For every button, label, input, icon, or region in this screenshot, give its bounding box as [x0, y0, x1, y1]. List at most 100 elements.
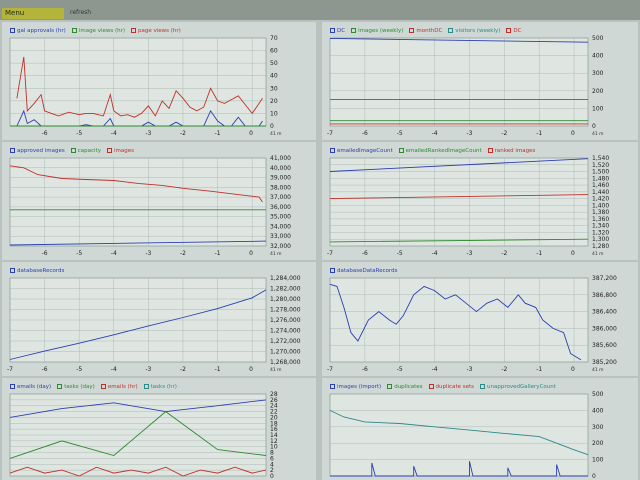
plot-area — [9, 157, 267, 247]
y-tick-label: 500 — [592, 35, 604, 42]
x-tick-label: -1 — [536, 130, 542, 137]
x-tick-label: -1 — [215, 250, 221, 257]
y-tick-label: 1,480 — [592, 175, 609, 182]
x-tick-label: -6 — [362, 366, 368, 373]
y-tick-label: 34,000 — [270, 223, 291, 230]
y-tick-label: 386,000 — [592, 325, 617, 332]
x-tick-label: -6 — [362, 130, 368, 137]
chart-panel-hourly-views: gal approvals (hr) image views (hr) page v… — [2, 22, 316, 140]
y-tick-label: 32,000 — [270, 243, 291, 250]
chart-svg: 0 100 200 300 400 500 — [329, 391, 604, 480]
y-tick-label: 1,278,000 — [270, 307, 301, 314]
y-tick-label: 387,200 — [592, 275, 617, 282]
x-tick-label: -4 — [432, 250, 438, 257]
y-tick-label: 385,200 — [592, 359, 617, 366]
x-axis-unit-label: 41 m — [270, 131, 282, 137]
x-tick-label: -7 — [327, 250, 333, 257]
x-tick-label: -4 — [432, 130, 438, 137]
chart-svg: 1,2801,3001,3201,3401,3601,3801,4001,420… — [327, 155, 609, 257]
y-tick-label: 39,000 — [270, 175, 291, 182]
x-tick-label: -6 — [362, 250, 368, 257]
x-tick-label: -2 — [501, 130, 507, 137]
x-tick-label: -3 — [145, 130, 151, 137]
x-tick-label: -5 — [76, 130, 82, 137]
x-axis-unit-label: 41 m — [592, 131, 604, 137]
x-tick-label: -4 — [432, 366, 438, 373]
y-tick-label: 41,000 — [270, 155, 291, 162]
refresh-link[interactable]: refresh — [70, 9, 91, 16]
y-tick-label: 0 — [270, 123, 274, 130]
x-tick-label: 0 — [571, 366, 575, 373]
y-tick-label: 200 — [592, 440, 604, 447]
y-tick-label: 1,274,000 — [270, 328, 301, 335]
x-tick-label: -2 — [501, 366, 507, 373]
y-tick-label: 35,000 — [270, 214, 291, 221]
y-tick-label: 28 — [270, 391, 278, 398]
x-tick-label: 0 — [249, 366, 253, 373]
x-tick-label: -5 — [397, 130, 403, 137]
y-tick-label: 1,300 — [592, 236, 609, 243]
y-tick-label: 1,320 — [592, 229, 609, 236]
y-tick-label: 1,270,000 — [270, 349, 301, 356]
y-tick-label: 200 — [592, 88, 604, 95]
chart-svg: 385,200 385,600 386,000 386,400 386,800 387,2… — [327, 275, 617, 373]
y-tick-label: 1,272,000 — [270, 338, 301, 345]
x-tick-label: -5 — [76, 366, 82, 373]
x-tick-label: -6 — [42, 366, 48, 373]
x-tick-label: 0 — [249, 250, 253, 257]
chart-svg: 0246810121416182022242628 — [9, 391, 278, 480]
y-tick-label: 33,000 — [270, 233, 291, 240]
x-tick-label: -5 — [76, 250, 82, 257]
x-tick-label: -2 — [180, 250, 186, 257]
y-tick-label: 1,400 — [592, 202, 609, 209]
y-tick-label: 40 — [270, 73, 278, 80]
y-tick-label: 70 — [270, 35, 278, 42]
y-tick-label: 385,600 — [592, 342, 617, 349]
y-tick-label: 500 — [592, 391, 604, 398]
x-tick-label: -1 — [536, 250, 542, 257]
x-tick-label: -3 — [466, 130, 472, 137]
y-tick-label: 40,000 — [270, 165, 291, 172]
y-tick-label: 100 — [592, 105, 604, 112]
y-tick-label: 386,400 — [592, 309, 617, 316]
y-tick-label: 1,460 — [592, 182, 609, 189]
y-tick-label: 0 — [592, 473, 596, 480]
y-tick-label: 1,268,000 — [270, 359, 301, 366]
plot-area — [329, 37, 589, 127]
y-tick-label: 400 — [592, 53, 604, 60]
y-tick-label: 300 — [592, 70, 604, 77]
y-tick-label: 10 — [270, 110, 278, 117]
x-axis-unit-label: 41 m — [592, 367, 604, 373]
chart-panel-emailed-images: emailedImageCount emailedRankedImageCount… — [322, 142, 638, 260]
top-bar: Menu refresh — [0, 0, 640, 20]
y-tick-label: 1,380 — [592, 209, 609, 216]
y-tick-label: 1,280,000 — [270, 296, 301, 303]
x-tick-label: -5 — [397, 366, 403, 373]
x-tick-label: -4 — [111, 250, 117, 257]
x-tick-label: -4 — [111, 366, 117, 373]
y-tick-label: 0 — [592, 123, 596, 130]
y-tick-label: 37,000 — [270, 194, 291, 201]
plot-area — [329, 393, 589, 477]
y-tick-label: 60 — [270, 48, 278, 55]
x-tick-label: -7 — [7, 366, 13, 373]
y-tick-label: 38,000 — [270, 184, 291, 191]
x-tick-label: -3 — [145, 250, 151, 257]
y-tick-label: 1,500 — [592, 169, 609, 176]
menu-button[interactable]: Menu — [2, 8, 64, 19]
x-axis-unit-label: 41 m — [270, 367, 282, 373]
y-tick-label: 36,000 — [270, 204, 291, 211]
x-axis-unit-label: 41 m — [270, 251, 282, 257]
y-tick-label: 100 — [592, 457, 604, 464]
x-tick-label: -6 — [42, 130, 48, 137]
y-tick-label: 1,340 — [592, 223, 609, 230]
x-tick-label: -7 — [327, 130, 333, 137]
y-tick-label: 1,540 — [592, 155, 609, 162]
chart-panel-database-records: databaseRecords 1,268,000 1,270,000 1,272,0… — [2, 262, 316, 376]
chart-svg: 0100200300400500-7 -6 -5 -4 -3 -2 -1 0 41 m — [327, 35, 604, 137]
y-tick-label: 1,360 — [592, 216, 609, 223]
y-tick-label: 20 — [270, 98, 278, 105]
y-tick-label: 50 — [270, 60, 278, 67]
y-tick-label: 1,520 — [592, 162, 609, 169]
x-tick-label: -3 — [466, 366, 472, 373]
